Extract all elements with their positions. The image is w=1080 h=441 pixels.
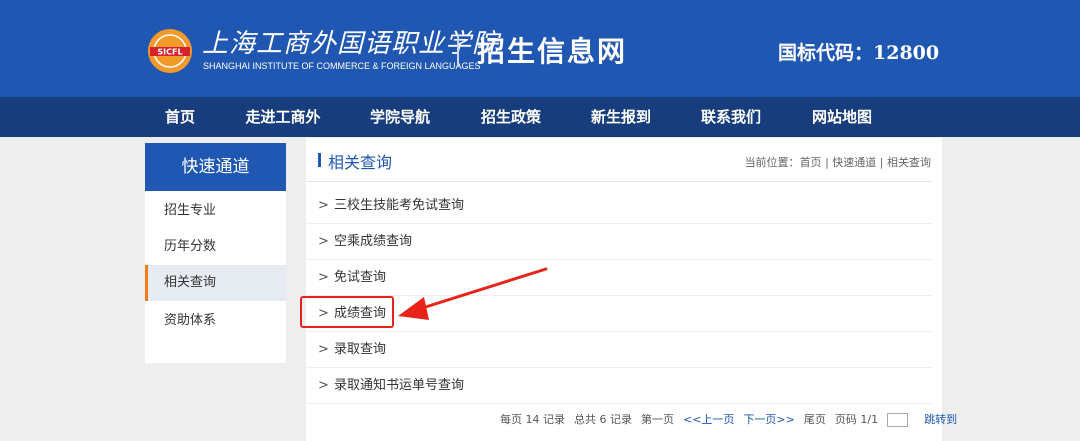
site-title: 招生信息网 xyxy=(477,35,628,68)
pager-per-page: 每页 14 记录 xyxy=(500,413,565,426)
school-name-en: SHANGHAI INSTITUTE OF COMMERCE & FOREIGN… xyxy=(203,61,481,71)
chevron-right-icon: > xyxy=(318,270,329,285)
list-item-label: 成绩查询 xyxy=(334,306,387,321)
list-item-exam-exemption-query[interactable]: > 免试查询 xyxy=(306,260,932,296)
nav-item-registration[interactable]: 新生报到 xyxy=(591,97,651,137)
title-accent-bar xyxy=(318,153,321,167)
nav-item-about[interactable]: 走进工商外 xyxy=(245,97,320,137)
breadcrumb-quick-access[interactable]: 快速通道 xyxy=(832,156,876,169)
sidebar-item-financial-aid[interactable]: 资助体系 xyxy=(145,303,286,339)
list-item-skills-exam-query[interactable]: > 三校生技能考免试查询 xyxy=(306,188,932,224)
page-title: 相关查询 xyxy=(328,153,393,172)
nav-item-home[interactable]: 首页 xyxy=(165,97,195,137)
list-item-label: 三校生技能考免试查询 xyxy=(334,198,465,213)
pager-next-link[interactable]: 下一页>> xyxy=(743,411,794,427)
list-item-label: 录取通知书运单号查询 xyxy=(334,378,465,393)
school-emblem-icon[interactable]: SICFL xyxy=(146,27,194,75)
sidebar-item-past-scores[interactable]: 历年分数 xyxy=(145,229,286,265)
breadcrumb-separator: | xyxy=(879,156,884,169)
pagination: 每页 14 记录 总共 6 记录 第一页 <<上一页 下一页>> 尾页 页码 1/1 跳转到 xyxy=(500,411,966,427)
breadcrumb-prefix: 当前位置： xyxy=(744,156,800,169)
chevron-right-icon: > xyxy=(318,306,329,321)
list-item-label: 空乘成绩查询 xyxy=(334,234,413,249)
national-code-label: 国标代码：12800 xyxy=(778,42,940,64)
pager-last-page[interactable]: 尾页 xyxy=(804,411,826,427)
school-name-cn[interactable]: 上海工商外国语职业学院 xyxy=(202,23,499,60)
header-divider xyxy=(457,34,459,66)
pager-prev-link[interactable]: <<上一页 xyxy=(683,411,734,427)
list-item-admission-letter-tracking-query[interactable]: > 录取通知书运单号查询 xyxy=(306,368,932,404)
breadcrumb: 当前位置：首页 | 快速通道 | 相关查询 xyxy=(745,154,931,170)
nav-item-admission-policy[interactable]: 招生政策 xyxy=(481,97,541,137)
pager-jump-button[interactable]: 跳转到 xyxy=(924,411,957,427)
chevron-right-icon: > xyxy=(318,234,329,249)
pager-page-number: 页码 1/1 xyxy=(834,413,879,426)
list-item-label: 免试查询 xyxy=(334,270,387,285)
emblem-text: SICFL xyxy=(157,48,182,57)
nav-item-college-guide[interactable]: 学院导航 xyxy=(370,97,430,137)
main-nav: 首页 走进工商外 学院导航 招生政策 新生报到 联系我们 网站地图 xyxy=(0,97,1080,137)
site-header: SICFL 上海工商外国语职业学院 SHANGHAI INSTITUTE OF … xyxy=(0,0,1080,97)
pager-total: 总共 6 记录 xyxy=(574,413,632,426)
chevron-right-icon: > xyxy=(318,342,329,357)
sidebar-item-majors[interactable]: 招生专业 xyxy=(145,193,286,229)
sidebar-title: 快速通道 xyxy=(145,143,286,191)
title-divider xyxy=(306,181,932,182)
page-jump-input[interactable] xyxy=(887,413,909,427)
nav-item-contact[interactable]: 联系我们 xyxy=(701,97,761,137)
list-item-score-query[interactable]: > 成绩查询 xyxy=(306,296,932,332)
chevron-right-icon: > xyxy=(318,198,329,213)
list-item-label: 录取查询 xyxy=(334,342,387,357)
breadcrumb-separator: | xyxy=(825,156,829,169)
list-item-flight-attendant-score-query[interactable]: > 空乘成绩查询 xyxy=(306,224,932,260)
chevron-right-icon: > xyxy=(318,378,329,393)
sidebar: 快速通道 招生专业 历年分数 相关查询 资助体系 xyxy=(145,143,286,363)
nav-item-sitemap[interactable]: 网站地图 xyxy=(812,97,872,137)
pager-first-page[interactable]: 第一页 xyxy=(641,411,674,427)
breadcrumb-current[interactable]: 相关查询 xyxy=(887,156,931,169)
list-item-admission-query[interactable]: > 录取查询 xyxy=(306,332,932,368)
sidebar-item-related-queries[interactable]: 相关查询 xyxy=(145,265,286,301)
breadcrumb-home[interactable]: 首页 xyxy=(800,156,822,169)
